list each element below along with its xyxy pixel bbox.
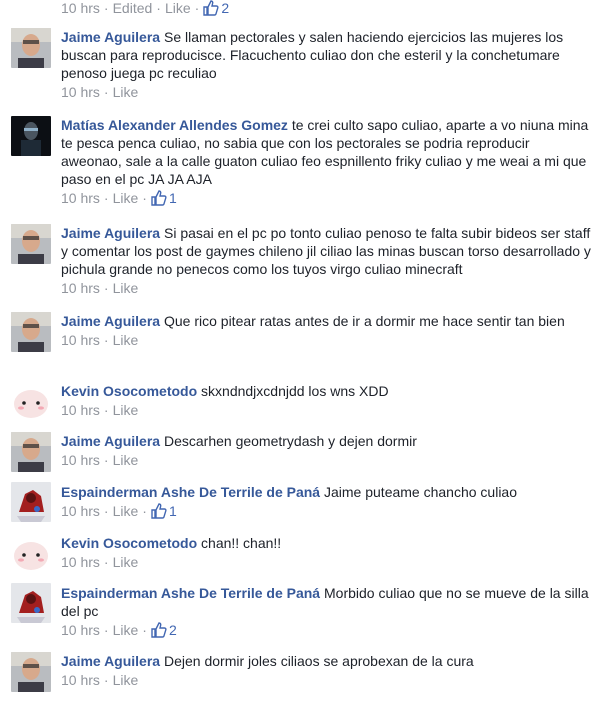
comment-author[interactable]: Matías Alexander Allendes Gomez xyxy=(61,117,288,133)
jaime-avatar[interactable] xyxy=(11,224,51,264)
jaime-avatar[interactable] xyxy=(11,28,51,68)
jaime-avatar[interactable] xyxy=(11,432,51,472)
comment-author[interactable]: Jaime Aguilera xyxy=(61,313,160,329)
like-link[interactable]: Like xyxy=(113,190,139,206)
comment-time[interactable]: 10 hrs xyxy=(61,402,100,418)
comment-time[interactable]: 10 hrs xyxy=(61,0,100,16)
kevin-avatar[interactable] xyxy=(11,532,51,572)
like-link[interactable]: Like xyxy=(113,280,139,296)
comment-author[interactable]: Espainderman Ashe De Terrile de Paná xyxy=(61,484,320,500)
comment-text: chan!! chan!! xyxy=(201,535,282,551)
like-link[interactable]: Like xyxy=(165,0,191,16)
like-count[interactable]: 2 xyxy=(203,0,229,16)
jaime-avatar[interactable] xyxy=(11,652,51,692)
comment-text: Que rico pitear ratas antes de ir a dorm… xyxy=(163,313,565,329)
comment-author[interactable]: Jaime Aguilera xyxy=(61,29,160,45)
kevin-avatar[interactable] xyxy=(11,380,51,420)
like-link[interactable]: Like xyxy=(113,402,139,418)
previous-comment-meta: 10 hrs · Edited · Like · 2 xyxy=(61,0,230,16)
comment-time[interactable]: 10 hrs xyxy=(61,672,100,688)
comment-text: skxndndjxcdnjdd los wns XDD xyxy=(201,383,389,399)
comment-time[interactable]: 10 hrs xyxy=(61,190,100,206)
comment-author[interactable]: Kevin Osocometodo xyxy=(61,535,197,551)
like-count[interactable]: 1 xyxy=(151,503,177,519)
like-count[interactable]: 2 xyxy=(151,622,177,638)
comment-time[interactable]: 10 hrs xyxy=(61,280,100,296)
jaime-avatar[interactable] xyxy=(11,312,51,352)
comment-time[interactable]: 10 hrs xyxy=(61,503,100,519)
like-link[interactable]: Like xyxy=(113,554,139,570)
like-link[interactable]: Like xyxy=(113,622,139,638)
comment-time[interactable]: 10 hrs xyxy=(61,84,100,100)
edited-label[interactable]: Edited xyxy=(113,0,153,16)
comment-author[interactable]: Jaime Aguilera xyxy=(61,433,160,449)
thumbs-up-icon xyxy=(203,0,219,16)
thumbs-up-icon xyxy=(151,622,167,638)
thumbs-up-icon xyxy=(151,503,167,519)
comment-text: Dejen dormir joles ciliaos se aprobexan … xyxy=(163,653,474,669)
comment-time[interactable]: 10 hrs xyxy=(61,622,100,638)
comment-feed: 10 hrs · Edited · Like · 2 Jaime Aguilera Se l… xyxy=(0,0,605,703)
comment-text: Descarhen geometrydash y dejen dormir xyxy=(163,433,417,449)
like-link[interactable]: Like xyxy=(113,672,139,688)
comment-time[interactable]: 10 hrs xyxy=(61,554,100,570)
espainderman-avatar[interactable] xyxy=(11,583,51,623)
like-link[interactable]: Like xyxy=(113,84,139,100)
like-link[interactable]: Like xyxy=(113,332,139,348)
like-count[interactable]: 1 xyxy=(151,190,177,206)
like-link[interactable]: Like xyxy=(113,452,139,468)
espainderman-avatar[interactable] xyxy=(11,482,51,522)
comment-text: Jaime puteame chancho culiao xyxy=(324,484,518,500)
like-link[interactable]: Like xyxy=(113,503,139,519)
comment-time[interactable]: 10 hrs xyxy=(61,452,100,468)
comment-author[interactable]: Kevin Osocometodo xyxy=(61,383,197,399)
comment-author[interactable]: Espainderman Ashe De Terrile de Paná xyxy=(61,585,320,601)
comment-author[interactable]: Jaime Aguilera xyxy=(61,653,160,669)
thumbs-up-icon xyxy=(151,190,167,206)
matias-avatar[interactable] xyxy=(11,116,51,156)
comment-author[interactable]: Jaime Aguilera xyxy=(61,225,160,241)
comment-time[interactable]: 10 hrs xyxy=(61,332,100,348)
